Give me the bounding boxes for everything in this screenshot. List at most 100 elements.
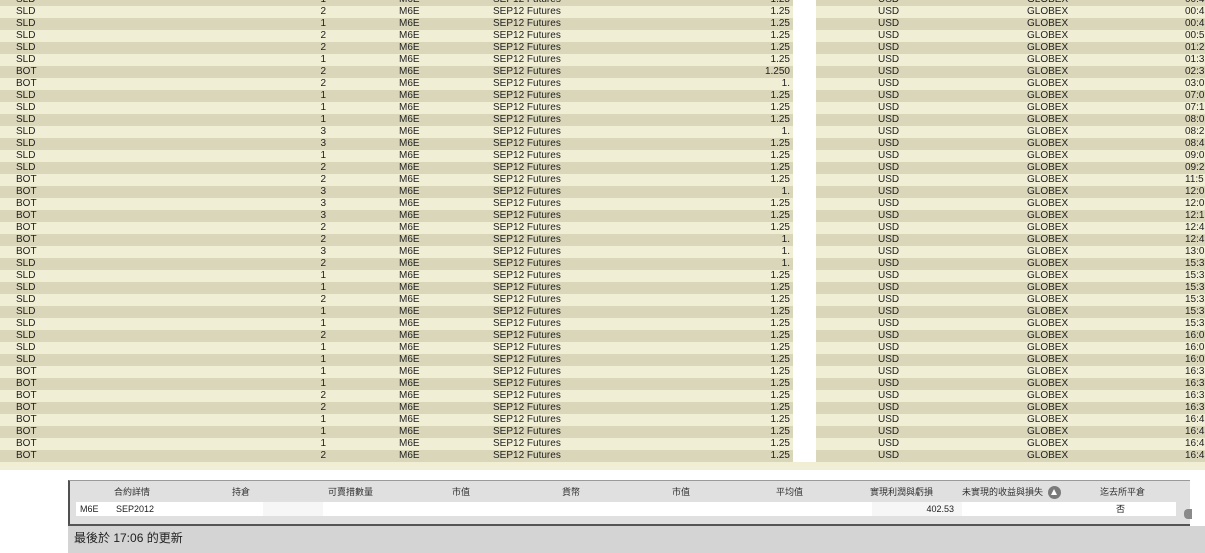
trade-row[interactable]: SLD 1 M6E SEP12 Futures 1.25 USD GLOBEX 01:3 [0, 54, 1205, 66]
trade-price: 1.25 [770, 294, 790, 305]
trade-exchange: GLOBEX [1027, 378, 1069, 389]
trade-row[interactable]: BOT 2 M6E SEP12 Futures 1.25 USD GLOBEX 16:3 [0, 390, 1205, 402]
trade-row[interactable]: BOT 1 M6E SEP12 Futures 1.25 USD GLOBEX 16:4 [0, 414, 1205, 426]
trade-time: 16:4 [1185, 438, 1205, 449]
trade-row[interactable]: BOT 2 M6E SEP12 Futures 1.25 USD GLOBEX 11:5 [0, 174, 1205, 186]
trade-symbol: M6E [399, 270, 420, 281]
portfolio-row[interactable]: M6E SEP2012 402.53 否 [76, 502, 1176, 516]
trade-description: SEP12 Futures [493, 210, 561, 221]
trade-row[interactable]: BOT 1 M6E SEP12 Futures 1.25 USD GLOBEX 16:3 [0, 378, 1205, 390]
trade-exchange: GLOBEX [1027, 6, 1069, 17]
header-unrealized-pnl[interactable]: 未實現的收益與損失 [962, 485, 1043, 499]
trade-price: 1.25 [770, 174, 790, 185]
header-position[interactable]: 持倉 [232, 485, 250, 499]
trade-exchange: GLOBEX [1027, 234, 1069, 245]
trade-description: SEP12 Futures [493, 294, 561, 305]
header-contract[interactable]: 合約詳情 [114, 485, 150, 499]
trade-quantity: 1 [320, 54, 326, 65]
trade-row[interactable]: SLD 2 M6E SEP12 Futures 1.25 USD GLOBEX 16:0 [0, 330, 1205, 342]
header-closed[interactable]: 迄去所平倉 [1100, 485, 1145, 499]
trade-row[interactable]: SLD 1 M6E SEP12 Futures 1.25 USD GLOBEX 00:4 [0, 18, 1205, 30]
table-gap [793, 0, 816, 462]
trade-row[interactable]: BOT 2 M6E SEP12 Futures 1. USD GLOBEX 12:4 [0, 234, 1205, 246]
trade-row[interactable]: BOT 3 M6E SEP12 Futures 1. USD GLOBEX 12:0 [0, 186, 1205, 198]
trade-quantity: 2 [320, 330, 326, 341]
trade-time: 08:0 [1185, 114, 1205, 125]
trade-description: SEP12 Futures [493, 54, 561, 65]
trade-quantity: 2 [320, 6, 326, 17]
trade-exchange: GLOBEX [1027, 186, 1069, 197]
header-market-price[interactable]: 市值 [672, 485, 690, 499]
trade-row[interactable]: BOT 3 M6E SEP12 Futures 1.25 USD GLOBEX 12:0 [0, 198, 1205, 210]
trade-row[interactable]: SLD 2 M6E SEP12 Futures 1.25 USD GLOBEX 00:5 [0, 30, 1205, 42]
trade-row[interactable]: SLD 1 M6E SEP12 Futures 1.25 USD GLOBEX 15:3 [0, 306, 1205, 318]
trade-symbol: M6E [399, 246, 420, 257]
portfolio-panel: 合約詳情 持倉 可賣措數量 市值 貨幣 市值 平均值 實現利潤與虧損 未實現的收… [68, 480, 1192, 525]
trade-row[interactable]: SLD 3 M6E SEP12 Futures 1.25 USD GLOBEX 08:4 [0, 138, 1205, 150]
trade-action: SLD [16, 150, 36, 161]
trade-action: BOT [16, 366, 37, 377]
trade-row[interactable]: SLD 2 M6E SEP12 Futures 1.25 USD GLOBEX 01:2 [0, 42, 1205, 54]
sort-ascending-icon[interactable] [1048, 486, 1061, 499]
header-avg-price[interactable]: 平均值 [776, 485, 803, 499]
trade-row[interactable]: SLD 2 M6E SEP12 Futures 1.25 USD GLOBEX 00:4 [0, 6, 1205, 18]
trade-row[interactable]: BOT 1 M6E SEP12 Futures 1.25 USD GLOBEX 16:4 [0, 426, 1205, 438]
trade-time: 03:0 [1185, 78, 1205, 89]
header-available[interactable]: 可賣措數量 [328, 485, 373, 499]
trade-exchange: GLOBEX [1027, 90, 1069, 101]
trade-symbol: M6E [399, 150, 420, 161]
trade-symbol: M6E [399, 18, 420, 29]
trade-symbol: M6E [399, 162, 420, 173]
trade-row[interactable]: SLD 1 M6E SEP12 Futures 1.25 USD GLOBEX 15:3 [0, 270, 1205, 282]
trade-action: BOT [16, 426, 37, 437]
trade-action: BOT [16, 210, 37, 221]
trade-row[interactable]: BOT 2 M6E SEP12 Futures 1.25 USD GLOBEX 16:4 [0, 450, 1205, 462]
trade-row[interactable]: BOT 2 M6E SEP12 Futures 1.25 USD GLOBEX 16:3 [0, 402, 1205, 414]
trade-time: 15:3 [1185, 258, 1205, 269]
trade-row[interactable]: BOT 2 M6E SEP12 Futures 1. USD GLOBEX 03:0 [0, 78, 1205, 90]
trade-quantity: 1 [320, 114, 326, 125]
trade-row[interactable]: SLD 1 M6E SEP12 Futures 1.25 USD GLOBEX 09:0 [0, 150, 1205, 162]
trade-row[interactable]: BOT 1 M6E SEP12 Futures 1.25 USD GLOBEX 16:3 [0, 366, 1205, 378]
trade-symbol: M6E [399, 258, 420, 269]
trade-description: SEP12 Futures [493, 6, 561, 17]
trade-row[interactable]: BOT 1 M6E SEP12 Futures 1.25 USD GLOBEX 16:4 [0, 438, 1205, 450]
trade-symbol: M6E [399, 366, 420, 377]
header-currency[interactable]: 貨幣 [562, 485, 580, 499]
trade-row[interactable]: SLD 1 M6E SEP12 Futures 1.25 USD GLOBEX 07:1 [0, 102, 1205, 114]
trade-currency: USD [878, 126, 900, 137]
trade-symbol: M6E [399, 390, 420, 401]
header-realized-pnl[interactable]: 實現利潤與虧損 [870, 485, 933, 499]
trade-row[interactable]: BOT 3 M6E SEP12 Futures 1.25 USD GLOBEX 12:1 [0, 210, 1205, 222]
trade-row[interactable]: SLD 2 M6E SEP12 Futures 1.25 USD GLOBEX 15:3 [0, 294, 1205, 306]
trade-price: 1.25 [770, 18, 790, 29]
trade-row[interactable]: BOT 3 M6E SEP12 Futures 1. USD GLOBEX 13:0 [0, 246, 1205, 258]
trade-quantity: 2 [320, 450, 326, 461]
trade-action: SLD [16, 330, 36, 341]
trade-currency: USD [878, 378, 900, 389]
trade-currency: USD [878, 258, 900, 269]
trade-row[interactable]: SLD 1 M6E SEP12 Futures 1.25 USD GLOBEX 15:3 [0, 318, 1205, 330]
trade-row[interactable]: SLD 1 M6E SEP12 Futures 1.25 USD GLOBEX 16:0 [0, 342, 1205, 354]
trade-action: BOT [16, 414, 37, 425]
last-updated-text: 最後於 17:06 的更新 [74, 531, 183, 545]
trade-row[interactable]: BOT 2 M6E SEP12 Futures 1.25 USD GLOBEX 12:4 [0, 222, 1205, 234]
trade-row[interactable]: SLD 1 M6E SEP12 Futures 1.25 USD GLOBEX 16:0 [0, 354, 1205, 366]
trade-symbol: M6E [399, 222, 420, 233]
trade-row[interactable]: SLD 2 M6E SEP12 Futures 1. USD GLOBEX 15:3 [0, 258, 1205, 270]
trade-row[interactable]: SLD 1 M6E SEP12 Futures 1.25 USD GLOBEX 15:3 [0, 282, 1205, 294]
trade-exchange: GLOBEX [1027, 402, 1069, 413]
trade-exchange: GLOBEX [1027, 294, 1069, 305]
trade-quantity: 1 [320, 426, 326, 437]
trade-exchange: GLOBEX [1027, 102, 1069, 113]
trade-row[interactable]: SLD 2 M6E SEP12 Futures 1.25 USD GLOBEX 09:2 [0, 162, 1205, 174]
trade-row[interactable]: SLD 1 M6E SEP12 Futures 1.25 USD GLOBEX 07:0 [0, 90, 1205, 102]
trade-row[interactable]: BOT 2 M6E SEP12 Futures 1.250 USD GLOBEX 02:3 [0, 66, 1205, 78]
trade-price: 1. [781, 234, 790, 245]
trade-row[interactable]: SLD 1 M6E SEP12 Futures 1.25 USD GLOBEX 08:0 [0, 114, 1205, 126]
header-market-value[interactable]: 市值 [452, 485, 470, 499]
trade-currency: USD [878, 210, 900, 221]
trade-time: 12:4 [1185, 234, 1205, 245]
scrollbar-handle[interactable] [1184, 509, 1192, 519]
trade-row[interactable]: SLD 3 M6E SEP12 Futures 1. USD GLOBEX 08:2 [0, 126, 1205, 138]
